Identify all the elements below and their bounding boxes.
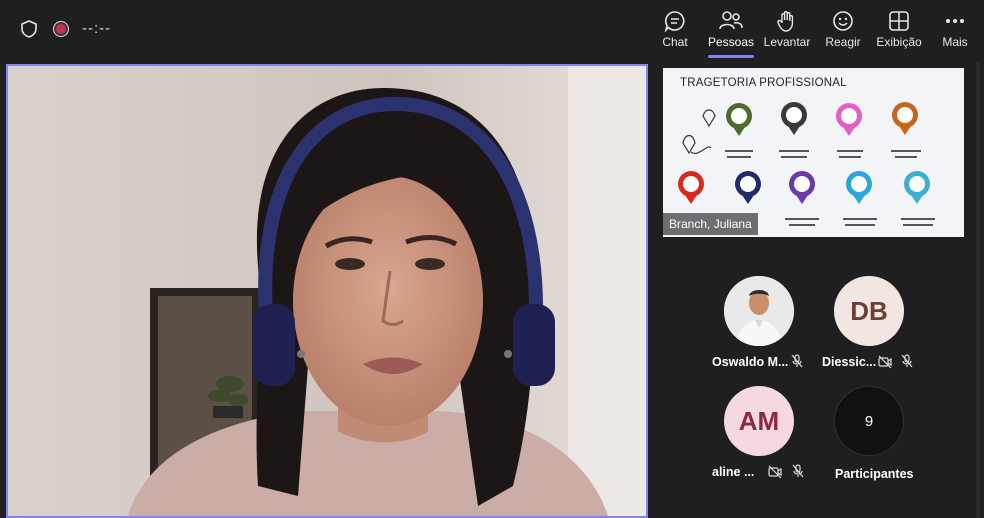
participant-name-diessic: Diessic...	[822, 355, 877, 369]
avatar-photo	[724, 276, 794, 346]
react-label: Reagir	[825, 35, 861, 49]
participant-name-oswaldo: Oswaldo M...	[712, 355, 789, 369]
panel-scrollbar[interactable]	[976, 62, 980, 518]
participants-label: Participantes	[835, 467, 914, 481]
view-icon	[889, 11, 909, 31]
slide-graphic	[678, 102, 935, 226]
mic-off-icon	[901, 354, 913, 368]
participant-avatar-oswaldo[interactable]	[724, 276, 794, 346]
raise-hand-label: Levantar	[763, 35, 811, 49]
chat-button[interactable]: Chat	[645, 6, 705, 58]
view-label: Exibição	[876, 35, 922, 49]
shield-icon[interactable]	[20, 20, 38, 38]
main-video-stage[interactable]	[6, 64, 648, 518]
participants-count-button[interactable]: 9	[834, 386, 904, 456]
participants-count: 9	[864, 412, 874, 430]
more-label: Mais	[942, 35, 968, 49]
view-button[interactable]: Exibição	[869, 6, 929, 58]
raise-hand-icon	[777, 11, 794, 32]
chat-label: Chat	[662, 35, 688, 49]
meeting-toolbar: --:-- Chat Pessoas Levantar Reagir Exibi…	[0, 0, 984, 60]
mic-off-icon	[791, 354, 803, 368]
react-button[interactable]: Reagir	[813, 6, 873, 58]
more-button[interactable]: Mais	[925, 6, 984, 58]
meeting-timer: --:--	[82, 20, 112, 37]
people-icon	[719, 11, 743, 30]
active-tab-indicator	[708, 55, 754, 58]
people-label: Pessoas	[707, 35, 755, 49]
avatar-initials: AM	[738, 405, 780, 436]
screen-share-thumbnail[interactable]: TRAGETORIA PROFISSIONAL Branch, Juliana	[663, 68, 964, 237]
participant-avatar-diessic[interactable]: DB	[834, 276, 904, 346]
recording-indicator	[53, 21, 69, 37]
camera-off-icon	[768, 465, 782, 479]
participant-name-aline: aline ...	[712, 465, 755, 479]
camera-off-icon	[878, 355, 892, 369]
avatar-initials: DB	[850, 295, 888, 326]
raise-hand-button[interactable]: Levantar	[757, 6, 817, 58]
people-button[interactable]: Pessoas	[701, 6, 761, 58]
participant-video	[8, 66, 646, 516]
react-icon	[833, 11, 853, 31]
participant-avatar-aline[interactable]: AM	[724, 386, 794, 456]
more-icon	[946, 19, 964, 23]
presenter-name: Branch, Juliana	[663, 213, 758, 235]
mic-off-icon	[792, 464, 804, 478]
chat-icon	[664, 11, 685, 32]
